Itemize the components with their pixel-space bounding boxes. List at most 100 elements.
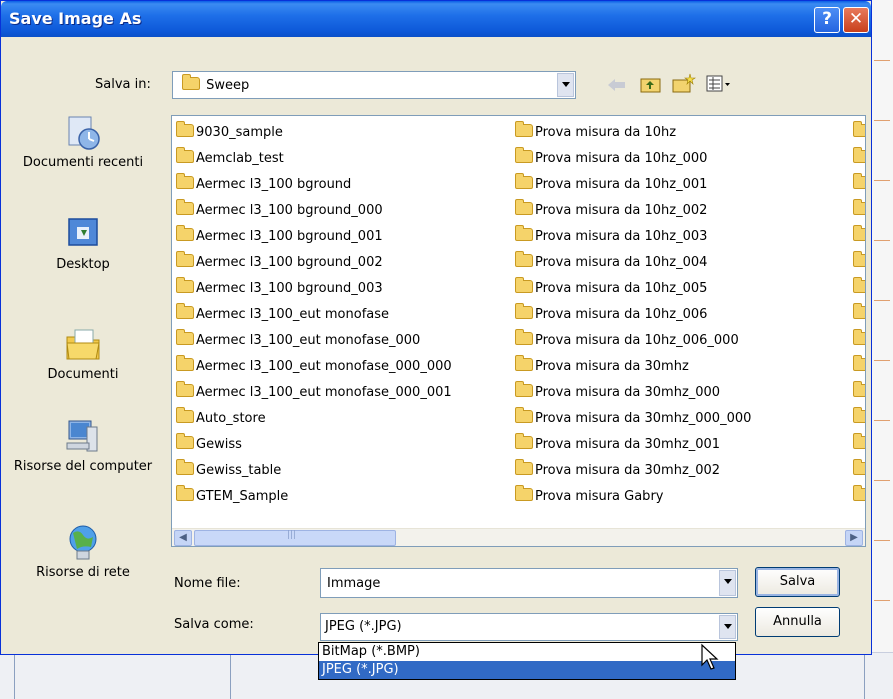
filetype-combo[interactable]: JPEG (*.JPG) xyxy=(320,613,738,641)
folder-item[interactable]: Prova misura Gabry xyxy=(515,484,751,510)
folder-item-clipped[interactable] xyxy=(853,198,865,224)
place-documents[interactable]: Documenti xyxy=(1,325,165,383)
folder-icon xyxy=(853,225,865,241)
folder-item-clipped[interactable] xyxy=(853,354,865,380)
help-button[interactable]: ? xyxy=(814,7,840,33)
folder-item-clipped[interactable] xyxy=(853,146,865,172)
save-button[interactable]: Salva xyxy=(755,567,840,597)
folder-item[interactable]: Prova misura da 10hz_006_000 xyxy=(515,328,751,354)
folder-item[interactable]: Prova misura da 10hz xyxy=(515,120,751,146)
folder-item[interactable]: Aermec l3_100 bground_000 xyxy=(176,198,452,224)
up-folder-icon[interactable] xyxy=(640,74,662,94)
place-network[interactable]: Risorse di rete xyxy=(1,523,165,581)
folder-item-clipped[interactable] xyxy=(853,120,865,146)
chevron-down-icon[interactable] xyxy=(719,615,736,639)
filename-combo[interactable]: Immage xyxy=(320,568,738,598)
places-bar: Documenti recenti Desktop Documenti Riso… xyxy=(1,103,165,601)
folder-item[interactable]: Aermec l3_100_eut monofase_000 xyxy=(176,328,452,354)
folder-icon xyxy=(176,329,194,345)
chevron-down-icon[interactable] xyxy=(557,73,574,97)
folder-item[interactable]: Aermec l3_100 bground xyxy=(176,172,452,198)
folder-item[interactable]: Aemclab_test xyxy=(176,146,452,172)
folder-icon xyxy=(853,303,865,319)
network-icon xyxy=(69,525,97,560)
look-in-combo[interactable]: Sweep xyxy=(172,71,576,99)
folder-icon xyxy=(176,303,194,319)
view-menu-icon[interactable] xyxy=(706,75,732,93)
cancel-button[interactable]: Annulla xyxy=(755,607,840,637)
folder-item[interactable]: Aermec l3_100_eut monofase_000_001 xyxy=(176,380,452,406)
filetype-value: JPEG (*.JPG) xyxy=(325,619,402,634)
folder-item[interactable]: Prova misura da 30mhz xyxy=(515,354,751,380)
place-my-computer[interactable]: Risorse del computer xyxy=(1,417,165,475)
file-list[interactable]: 9030_sample Aemclab_test Aermec l3_100 bgr… xyxy=(171,115,866,547)
folder-icon xyxy=(515,251,533,267)
folder-icon xyxy=(515,121,533,137)
folder-name: Prova misura da 10hz_002 xyxy=(535,203,708,218)
close-button[interactable]: ✕ xyxy=(843,7,869,33)
folder-name: Prova misura da 10hz_004 xyxy=(535,255,708,270)
folder-icon xyxy=(176,277,194,293)
folder-item-clipped[interactable] xyxy=(853,380,865,406)
scroll-thumb[interactable] xyxy=(194,530,396,546)
folder-icon xyxy=(176,173,194,189)
folder-item-clipped[interactable] xyxy=(853,432,865,458)
folder-item[interactable]: Prova misura da 10hz_003 xyxy=(515,224,751,250)
folder-item[interactable]: Prova misura da 10hz_000 xyxy=(515,146,751,172)
folder-item[interactable]: Aermec l3_100_eut monofase xyxy=(176,302,452,328)
folder-item-clipped[interactable] xyxy=(853,406,865,432)
folder-name: Aermec l3_100 bground_000 xyxy=(196,203,383,218)
folder-item[interactable]: Prova misura da 30mhz_000_000 xyxy=(515,406,751,432)
folder-name: Prova misura da 10hz_003 xyxy=(535,229,708,244)
folder-name: Aermec l3_100_eut monofase xyxy=(196,307,390,322)
filetype-option-jpg[interactable]: JPEG (*.JPG) xyxy=(319,661,735,679)
new-folder-icon[interactable] xyxy=(672,72,696,94)
folder-item-clipped[interactable] xyxy=(853,250,865,276)
folder-item-clipped[interactable] xyxy=(853,458,865,484)
folder-item[interactable]: Prova misura da 10hz_005 xyxy=(515,276,751,302)
folder-icon xyxy=(515,173,533,189)
folder-item[interactable]: Prova misura da 10hz_006 xyxy=(515,302,751,328)
folder-item[interactable]: Prova misura da 10hz_001 xyxy=(515,172,751,198)
folder-item[interactable]: Prova misura da 30mhz_002 xyxy=(515,458,751,484)
folder-item[interactable]: GTEM_Sample xyxy=(176,484,452,510)
folder-item-clipped[interactable] xyxy=(853,224,865,250)
folder-item[interactable]: Aermec l3_100_eut monofase_000_000 xyxy=(176,354,452,380)
folder-item-clipped[interactable] xyxy=(853,302,865,328)
folder-icon xyxy=(853,147,865,163)
folder-item[interactable]: 9030_sample xyxy=(176,120,452,146)
folder-item[interactable]: Auto_store xyxy=(176,406,452,432)
title-bar[interactable]: Save Image As ? ✕ xyxy=(1,1,871,37)
filename-input[interactable]: Immage xyxy=(327,576,380,591)
place-label: Documenti xyxy=(47,367,119,382)
folder-icon xyxy=(176,459,194,475)
folder-item[interactable]: Prova misura da 30mhz_001 xyxy=(515,432,751,458)
filetype-option-bmp[interactable]: BitMap (*.BMP) xyxy=(319,643,735,661)
scroll-right-button[interactable]: ▶ xyxy=(845,530,863,546)
chevron-down-icon[interactable] xyxy=(719,570,736,596)
folder-item[interactable]: Prova misura da 10hz_004 xyxy=(515,250,751,276)
folder-item-clipped[interactable] xyxy=(853,484,865,510)
scroll-left-button[interactable]: ◀ xyxy=(174,530,192,546)
folder-item[interactable]: Gewiss_table xyxy=(176,458,452,484)
place-label: Documenti recenti xyxy=(22,155,144,170)
folder-item[interactable]: Aermec l3_100 bground_002 xyxy=(176,250,452,276)
place-desktop[interactable]: Desktop xyxy=(1,215,165,273)
horizontal-scrollbar[interactable]: ◀ ▶ xyxy=(172,528,865,546)
folder-item[interactable]: Aermec l3_100 bground_003 xyxy=(176,276,452,302)
folder-item-clipped[interactable] xyxy=(853,276,865,302)
folder-item-clipped[interactable] xyxy=(853,172,865,198)
place-recent-documents[interactable]: Documenti recenti xyxy=(1,113,165,171)
folder-name: Aermec l3_100 bground_003 xyxy=(196,281,383,296)
recent-documents-icon xyxy=(68,116,100,150)
folder-item[interactable]: Prova misura da 10hz_002 xyxy=(515,198,751,224)
folder-item-clipped[interactable] xyxy=(853,328,865,354)
folder-item[interactable]: Prova misura da 30mhz_000 xyxy=(515,380,751,406)
folder-icon xyxy=(853,173,865,189)
folder-item[interactable]: Aermec l3_100 bground_001 xyxy=(176,224,452,250)
back-icon[interactable] xyxy=(606,77,628,93)
folder-item[interactable]: Gewiss xyxy=(176,432,452,458)
filetype-dropdown-list[interactable]: BitMap (*.BMP) JPEG (*.JPG) xyxy=(318,642,736,680)
folder-icon xyxy=(515,303,533,319)
folder-icon xyxy=(176,407,194,423)
